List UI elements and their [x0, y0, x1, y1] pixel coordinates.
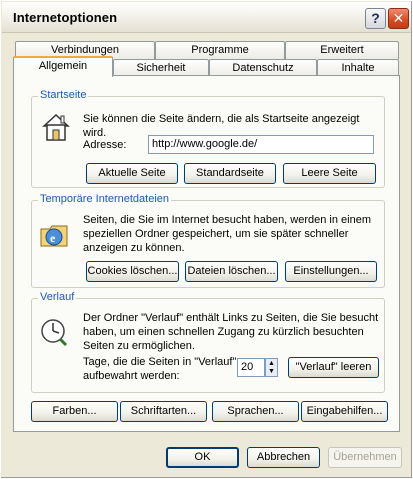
temp-files-legend: Temporäre Internetdateien: [38, 193, 172, 205]
startseite-legend: Startseite: [38, 89, 89, 101]
accessibility-button[interactable]: Eingabehilfen...: [301, 401, 388, 422]
fonts-button[interactable]: Schriftarten...: [120, 401, 207, 422]
button-label: Cookies löschen...: [87, 265, 178, 277]
tab-programme[interactable]: Programme: [155, 41, 285, 59]
button-label: Schriftarten...: [130, 405, 197, 417]
history-icon: [41, 319, 68, 347]
button-label: "Verlauf" leeren: [295, 361, 372, 373]
languages-button[interactable]: Sprachen...: [212, 401, 299, 422]
tab-label: Programme: [191, 44, 249, 56]
tab-label: Allgemein: [38, 60, 88, 72]
tab-label: Sicherheit: [136, 62, 186, 74]
tab-label: Inhalte: [341, 62, 375, 74]
home-page-icon: [42, 113, 70, 141]
tab-allgemein[interactable]: Allgemein: [13, 56, 113, 77]
temp-files-icon: e: [40, 225, 68, 247]
button-label: Abbrechen: [256, 451, 311, 463]
tab-erweitert[interactable]: Erweitert: [285, 41, 399, 59]
tab-label: Datenschutz: [232, 62, 294, 74]
button-label: Standardseite: [196, 167, 264, 179]
general-tab-panel: Startseite Sie können die Seite ändern, …: [13, 75, 400, 432]
button-label: OK: [194, 451, 211, 463]
button-label: Einstellungen...: [293, 265, 369, 277]
apply-button[interactable]: Übernehmen: [328, 447, 402, 468]
history-description: Der Ordner "Verlauf" enthält Links zu Se…: [83, 312, 379, 352]
spinner-up-icon[interactable]: ▲: [266, 359, 277, 368]
history-days-label: Tage, die die Seiten in "Verlauf" aufbew…: [83, 356, 237, 382]
button-label: Sprachen...: [227, 405, 284, 417]
history-legend: Verlauf: [38, 291, 77, 303]
default-page-button[interactable]: Standardseite: [184, 163, 276, 184]
window-title: Internetoptionen: [13, 10, 118, 25]
button-label: Farben...: [52, 405, 97, 417]
button-label: Übernehmen: [333, 451, 397, 463]
clear-history-button[interactable]: "Verlauf" leeren: [288, 357, 379, 378]
button-label: Aktuelle Seite: [98, 167, 166, 179]
spinner-down-icon[interactable]: ▼: [266, 368, 277, 376]
tab-label: Verbindungen: [51, 44, 119, 56]
button-label: Eingabehilfen...: [306, 405, 383, 417]
close-icon: ✕: [392, 10, 405, 26]
close-button[interactable]: ✕: [388, 8, 409, 29]
address-label: Adresse:: [83, 139, 127, 151]
current-page-button[interactable]: Aktuelle Seite: [86, 163, 178, 184]
startseite-group: Startseite Sie können die Seite ändern, …: [31, 89, 385, 188]
history-days-spinner[interactable]: ▲ ▼: [265, 358, 278, 377]
delete-cookies-button[interactable]: Cookies löschen...: [86, 261, 179, 282]
address-input[interactable]: http://www.google.de/: [148, 135, 374, 154]
svg-text:e: e: [50, 231, 56, 245]
temp-settings-button[interactable]: Einstellungen...: [285, 261, 377, 282]
cancel-button[interactable]: Abbrechen: [247, 447, 320, 468]
temp-files-description: Seiten, die Sie im Internet besucht habe…: [83, 214, 372, 254]
title-bar[interactable]: Internetoptionen ? ✕: [2, 2, 411, 33]
history-days-input[interactable]: 20: [237, 358, 265, 377]
button-label: Leere Seite: [301, 167, 358, 179]
question-mark-icon: ?: [371, 10, 380, 26]
help-button[interactable]: ?: [365, 8, 386, 29]
tab-label: Erweitert: [320, 44, 364, 56]
colors-button[interactable]: Farben...: [31, 401, 118, 422]
internet-options-dialog: Internetoptionen ? ✕ Verbindungen Progra…: [0, 0, 413, 479]
blank-page-button[interactable]: Leere Seite: [283, 163, 376, 184]
button-label: Dateien löschen...: [187, 265, 276, 277]
delete-files-button[interactable]: Dateien löschen...: [185, 261, 278, 282]
temp-files-group: Temporäre Internetdateien e Seiten, die …: [31, 193, 385, 288]
history-group: Verlauf Der Ordner "Verlauf" enthält Lin…: [31, 291, 385, 393]
ok-button[interactable]: OK: [166, 447, 239, 468]
